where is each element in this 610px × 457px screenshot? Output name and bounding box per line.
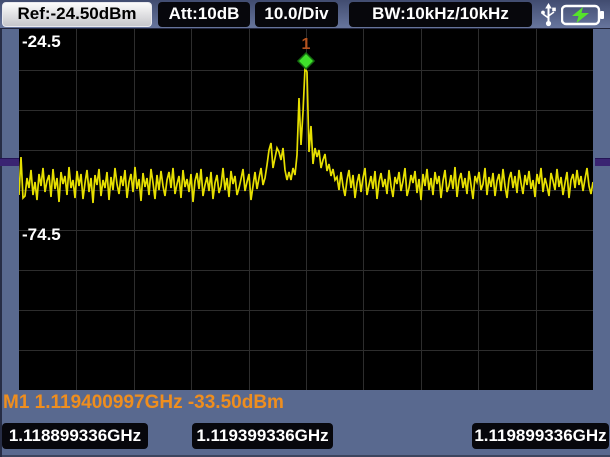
- ref-level-button[interactable]: Ref:-24.50dBm: [2, 2, 152, 27]
- mid-level-label: -74.5: [22, 226, 61, 243]
- marker-label: 1: [302, 36, 311, 53]
- spectrum-svg: 1: [19, 29, 593, 390]
- scale-per-div-button[interactable]: 10.0/Div: [255, 2, 338, 27]
- trace-level-indicator-right: [595, 158, 610, 166]
- ref-level-label: -24.5: [22, 33, 61, 50]
- trace-level-indicator-left: [0, 158, 19, 166]
- battery-charging-icon: [561, 3, 605, 27]
- usb-icon: [540, 3, 557, 27]
- status-icon-group: [540, 3, 605, 27]
- stop-frequency-button[interactable]: 1.119899336GHz: [472, 423, 609, 449]
- top-settings-bar: Ref:-24.50dBm Att:10dB 10.0/Div BW:10kHz…: [0, 0, 610, 29]
- marker-diamond[interactable]: [298, 53, 314, 69]
- spectrum-plot-area[interactable]: 1: [19, 29, 593, 390]
- bandwidth-button[interactable]: BW:10kHz/10kHz: [349, 2, 532, 27]
- charging-bolt-icon: [572, 7, 589, 23]
- spectrum-analyzer-screen: Ref:-24.50dBm Att:10dB 10.0/Div BW:10kHz…: [0, 0, 610, 457]
- center-frequency-button[interactable]: 1.119399336GHz: [192, 423, 333, 449]
- attenuation-button[interactable]: Att:10dB: [158, 2, 250, 27]
- start-frequency-button[interactable]: 1.118899336GHz: [2, 423, 148, 449]
- marker-readout: M1 1.119400997GHz -33.50dBm: [3, 392, 284, 414]
